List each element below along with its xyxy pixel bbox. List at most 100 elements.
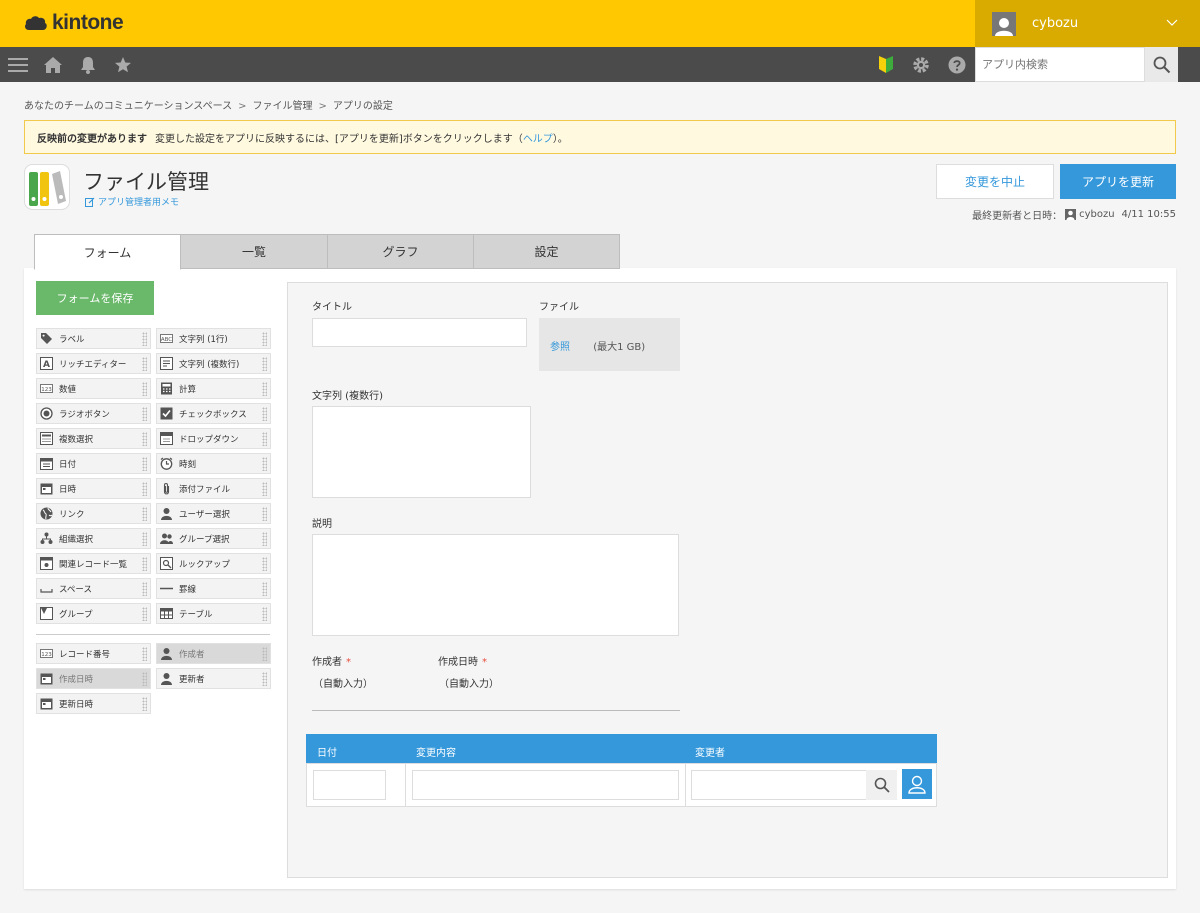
- palette-item-clock[interactable]: 時刻: [156, 453, 271, 474]
- space-icon: [40, 582, 53, 595]
- help-icon[interactable]: [946, 54, 968, 76]
- drag-handle-icon[interactable]: [262, 457, 267, 471]
- org-icon: [40, 532, 53, 545]
- palette-item-abc[interactable]: ABC 文字列 (1行): [156, 328, 271, 349]
- save-form-button[interactable]: フォームを保存: [36, 281, 154, 315]
- description-field[interactable]: [312, 534, 679, 636]
- palette-item-number[interactable]: 123 数値: [36, 378, 151, 399]
- drag-handle-icon[interactable]: [262, 357, 267, 371]
- user-icon: [160, 672, 173, 685]
- home-icon[interactable]: [42, 54, 64, 76]
- palette-item-table[interactable]: テーブル: [156, 603, 271, 624]
- kintone-logo[interactable]: kintone: [24, 11, 124, 34]
- table-date-input[interactable]: [313, 770, 386, 800]
- palette-item-rich-editor[interactable]: A リッチエディター: [36, 353, 151, 374]
- file-field[interactable]: 参照 (最大1 GB): [539, 318, 680, 371]
- drag-handle-icon[interactable]: [262, 607, 267, 621]
- table-header-date: 日付: [317, 748, 337, 759]
- drag-handle-icon[interactable]: [142, 507, 147, 521]
- user-select-button[interactable]: [902, 769, 932, 799]
- palette-item-org[interactable]: 組織選択: [36, 528, 151, 549]
- user-search-button[interactable]: [866, 770, 897, 800]
- palette-item-datetime[interactable]: 作成日時: [36, 668, 151, 689]
- palette-item-datetime[interactable]: 日時: [36, 478, 151, 499]
- palette-item-checkbox[interactable]: チェックボックス: [156, 403, 271, 424]
- drag-handle-icon[interactable]: [262, 332, 267, 346]
- user-menu[interactable]: cybozu: [975, 0, 1200, 47]
- drag-handle-icon[interactable]: [262, 407, 267, 421]
- star-icon[interactable]: [112, 54, 134, 76]
- drag-handle-icon[interactable]: [262, 582, 267, 596]
- drag-handle-icon[interactable]: [142, 457, 147, 471]
- breadcrumb-app[interactable]: ファイル管理: [253, 101, 313, 112]
- palette-item-tag[interactable]: ラベル: [36, 328, 151, 349]
- tab-list[interactable]: 一覧: [180, 234, 328, 269]
- admin-memo-link[interactable]: アプリ管理者用メモ: [85, 195, 179, 208]
- drag-handle-icon[interactable]: [142, 482, 147, 496]
- drag-handle-icon[interactable]: [262, 432, 267, 446]
- help-link[interactable]: ヘルプ: [523, 130, 553, 145]
- palette-item-number[interactable]: 123 レコード番号: [36, 643, 151, 664]
- palette-item-user[interactable]: ユーザー選択: [156, 503, 271, 524]
- palette-item-paperclip[interactable]: 添付ファイル: [156, 478, 271, 499]
- drag-handle-icon[interactable]: [262, 482, 267, 496]
- palette-item-globe[interactable]: リンク: [36, 503, 151, 524]
- drag-handle-icon[interactable]: [142, 432, 147, 446]
- drag-handle-icon[interactable]: [142, 697, 147, 711]
- palette-item-user[interactable]: 更新者: [156, 668, 271, 689]
- checkbox-icon: [160, 407, 173, 420]
- drag-handle-icon[interactable]: [142, 332, 147, 346]
- tab-graph[interactable]: グラフ: [327, 234, 474, 269]
- table-change-input[interactable]: [412, 770, 679, 800]
- beginner-icon[interactable]: [875, 54, 897, 76]
- multiline-field[interactable]: [312, 406, 531, 498]
- menu-icon[interactable]: [7, 54, 29, 76]
- drag-handle-icon[interactable]: [262, 382, 267, 396]
- file-browse-link[interactable]: 参照: [550, 342, 570, 353]
- palette-item-label: 作成日時: [59, 674, 94, 685]
- drag-handle-icon[interactable]: [142, 607, 147, 621]
- drag-handle-icon[interactable]: [142, 407, 147, 421]
- search-button[interactable]: [1145, 47, 1178, 82]
- palette-item-calculator[interactable]: 計算: [156, 378, 271, 399]
- palette-item-dropdown[interactable]: ドロップダウン: [156, 428, 271, 449]
- palette-item-related-records[interactable]: 関連レコード一覧: [36, 553, 151, 574]
- drag-handle-icon[interactable]: [142, 582, 147, 596]
- bell-icon[interactable]: [77, 54, 99, 76]
- palette-item-calendar[interactable]: 日付: [36, 453, 151, 474]
- last-updated-user[interactable]: cybozu: [1079, 209, 1114, 220]
- palette-item-space[interactable]: スペース: [36, 578, 151, 599]
- lookup-icon: [160, 557, 173, 570]
- drag-handle-icon[interactable]: [262, 532, 267, 546]
- palette-item-label: ユーザー選択: [179, 509, 230, 520]
- palette-item-datetime[interactable]: 更新日時: [36, 693, 151, 714]
- palette-item-folder[interactable]: グループ: [36, 603, 151, 624]
- palette-item-multiselect[interactable]: 複数選択: [36, 428, 151, 449]
- drag-handle-icon[interactable]: [142, 532, 147, 546]
- breadcrumb-space[interactable]: あなたのチームのコミュニケーションスペース: [24, 101, 232, 112]
- palette-item-line[interactable]: 罫線: [156, 578, 271, 599]
- table-changer-input[interactable]: [691, 770, 867, 800]
- cancel-changes-button[interactable]: 変更を中止: [936, 164, 1054, 199]
- drag-handle-icon[interactable]: [142, 382, 147, 396]
- title-field[interactable]: [312, 318, 527, 347]
- drag-handle-icon[interactable]: [142, 672, 147, 686]
- drag-handle-icon[interactable]: [142, 557, 147, 571]
- tab-settings[interactable]: 設定: [473, 234, 620, 269]
- palette-item-lookup[interactable]: ルックアップ: [156, 553, 271, 574]
- gear-icon[interactable]: [910, 54, 932, 76]
- drag-handle-icon[interactable]: [262, 672, 267, 686]
- palette-item-group[interactable]: グループ選択: [156, 528, 271, 549]
- drag-handle-icon[interactable]: [262, 557, 267, 571]
- required-mark: *: [482, 657, 487, 668]
- tab-form[interactable]: フォーム: [34, 234, 181, 270]
- palette-item-multiline[interactable]: 文字列 (複数行): [156, 353, 271, 374]
- drag-handle-icon[interactable]: [262, 647, 267, 661]
- drag-handle-icon[interactable]: [262, 507, 267, 521]
- palette-item-user[interactable]: 作成者: [156, 643, 271, 664]
- app-search-input[interactable]: [975, 47, 1145, 82]
- update-app-button[interactable]: アプリを更新: [1060, 164, 1176, 199]
- drag-handle-icon[interactable]: [142, 357, 147, 371]
- palette-item-radio[interactable]: ラジオボタン: [36, 403, 151, 424]
- drag-handle-icon[interactable]: [142, 647, 147, 661]
